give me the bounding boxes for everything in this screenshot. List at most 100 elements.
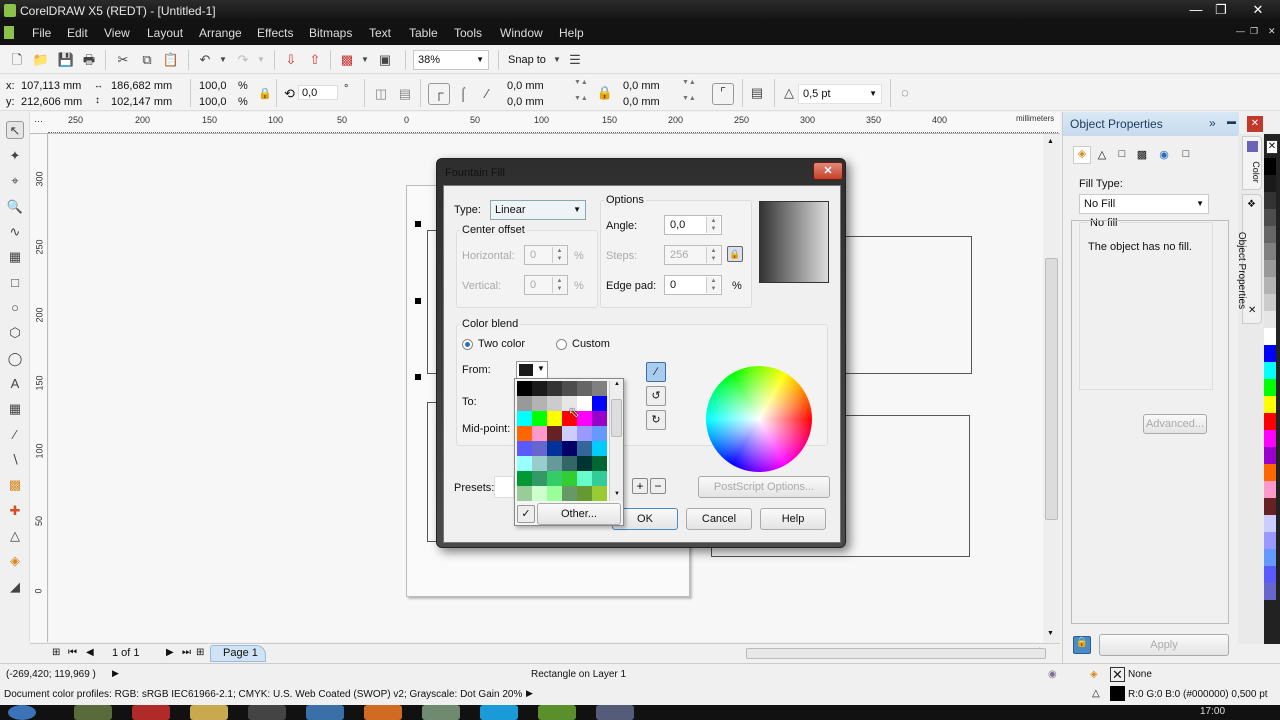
color-swatch[interactable] <box>532 381 547 396</box>
color-swatch[interactable] <box>577 471 592 486</box>
basic-shapes-tool-icon[interactable]: ◯ <box>6 350 24 368</box>
lock-corners-icon[interactable]: 🔒 <box>596 84 614 102</box>
vertical-offset-field[interactable]: 0 ▲ ▼ <box>524 275 568 295</box>
color-swatch[interactable] <box>532 441 547 456</box>
help-button[interactable]: Help <box>760 508 826 530</box>
height-field[interactable]: 102,147 mm <box>108 95 180 110</box>
outline-width-combo[interactable]: 0,5 pt ▼ <box>798 84 882 104</box>
palette-swatch[interactable] <box>1264 311 1276 328</box>
new-icon[interactable]: 🗋 <box>8 51 26 69</box>
eyedropper-tool-icon[interactable]: ✚ <box>6 502 24 520</box>
color-swatch[interactable] <box>547 486 562 501</box>
dialog-close-button[interactable]: ✕ <box>813 162 843 180</box>
folder-task-icon[interactable] <box>190 705 228 720</box>
postscript-options-button[interactable]: PostScript Options... <box>698 476 830 498</box>
color-swatch[interactable] <box>562 486 577 501</box>
color-swatch[interactable] <box>517 471 532 486</box>
palette-swatch[interactable] <box>1264 158 1276 175</box>
menu-text[interactable]: Text <box>369 26 391 40</box>
color-swatch[interactable] <box>562 456 577 471</box>
scroll-down-icon[interactable]: ▼ <box>614 491 620 497</box>
palette-swatch[interactable] <box>1264 209 1276 226</box>
save-icon[interactable]: 💾 <box>57 51 75 69</box>
redo-icon[interactable]: ↷ <box>234 51 252 69</box>
spin-icon[interactable]: ▼▲ <box>682 95 696 102</box>
pick-tool-icon[interactable]: ↖ <box>6 121 24 139</box>
palette-swatch[interactable] <box>1264 515 1276 532</box>
first-page-icon[interactable]: ⏮ <box>68 647 77 658</box>
palette-swatch[interactable] <box>1264 464 1276 481</box>
last-page-icon[interactable]: ⏭ <box>182 647 191 658</box>
outline-color-swatch[interactable] <box>1110 686 1125 701</box>
color-swatch[interactable] <box>517 456 532 471</box>
explorer-task-icon[interactable] <box>74 705 112 720</box>
remove-preset-icon[interactable]: − <box>650 478 666 494</box>
menu-view[interactable]: View <box>104 26 130 40</box>
scroll-down-icon[interactable]: ▼ <box>1047 630 1054 637</box>
palette-swatch[interactable] <box>1264 447 1276 464</box>
color-swatch[interactable] <box>562 381 577 396</box>
vertical-scroll-thumb[interactable] <box>1045 258 1058 520</box>
color-swatch[interactable] <box>547 396 562 411</box>
width-field[interactable]: 186,682 mm <box>108 79 180 94</box>
color-swatch[interactable] <box>517 426 532 441</box>
menu-window[interactable]: Window <box>500 26 543 40</box>
palette-swatch[interactable] <box>1264 192 1276 209</box>
color-wheel[interactable] <box>706 366 812 472</box>
menu-bitmaps[interactable]: Bitmaps <box>309 26 352 40</box>
color-swatch[interactable] <box>547 441 562 456</box>
color-swatch[interactable] <box>517 381 532 396</box>
spin-icon[interactable]: ▲ ▼ <box>552 247 566 263</box>
color-swatch[interactable] <box>547 381 562 396</box>
camera-icon[interactable]: ◉ <box>1048 669 1057 680</box>
firefox-task-icon[interactable] <box>364 705 402 720</box>
print-icon[interactable]: 🖶 <box>80 51 98 69</box>
app-task-icon[interactable] <box>422 705 460 720</box>
direct-blend-icon[interactable]: ∕ <box>646 362 666 382</box>
corner-radius-bottom-right-field[interactable]: 0,0 mm <box>620 95 676 110</box>
palette-swatch[interactable] <box>1264 498 1276 515</box>
menu-file[interactable]: File <box>32 26 51 40</box>
import-icon[interactable]: ⇩ <box>282 51 300 69</box>
page-tab-page-1[interactable]: Page 1 <box>210 645 266 662</box>
spin-icon[interactable]: ▲ ▼ <box>552 277 566 293</box>
color-swatch[interactable] <box>547 471 562 486</box>
color-swatch[interactable] <box>532 396 547 411</box>
window-task-icon[interactable] <box>596 705 634 720</box>
color-swatch[interactable] <box>547 411 562 426</box>
outline-tool-icon[interactable]: △ <box>6 527 24 545</box>
color-swatch[interactable] <box>547 426 562 441</box>
word-task-icon[interactable] <box>306 705 344 720</box>
no-fill-swatch-icon[interactable]: ✕ <box>1110 667 1125 682</box>
fill-tool-icon[interactable]: ◈ <box>6 552 24 570</box>
color-swatch[interactable] <box>532 471 547 486</box>
color-swatch[interactable] <box>592 381 607 396</box>
color-swatch[interactable] <box>532 486 547 501</box>
add-page-before-icon[interactable]: ⊞ <box>52 647 60 658</box>
expand-profiles-icon[interactable]: ▶ <box>526 688 533 699</box>
menu-table[interactable]: Table <box>409 26 438 40</box>
doc-close-button[interactable]: ✕ <box>1268 26 1276 37</box>
add-page-after-icon[interactable]: ⊞ <box>196 647 204 658</box>
mirror-horizontal-icon[interactable]: ◫ <box>372 85 390 103</box>
palette-swatch[interactable] <box>1264 583 1276 600</box>
color-swatch[interactable] <box>577 381 592 396</box>
menu-tools[interactable]: Tools <box>454 26 482 40</box>
undo-icon[interactable]: ↶ <box>196 51 214 69</box>
selection-handle[interactable] <box>415 374 421 380</box>
from-color-button[interactable]: ▼ <box>516 361 548 379</box>
menu-help[interactable]: Help <box>559 26 584 40</box>
palette-swatch[interactable] <box>1264 532 1276 549</box>
horizontal-offset-field[interactable]: 0 ▲ ▼ <box>524 245 568 265</box>
menu-layout[interactable]: Layout <box>147 26 183 40</box>
color-swatch[interactable] <box>592 396 607 411</box>
color-swatch[interactable] <box>592 486 607 501</box>
zoom-tool-icon[interactable]: 🔍 <box>6 198 24 216</box>
horizontal-ruler[interactable]: ⋯ 250 200 150 100 50 0 50 100 150 200 25… <box>30 112 1060 134</box>
palette-swatch[interactable] <box>1264 481 1276 498</box>
eyedropper-icon[interactable]: ✓ <box>517 505 535 523</box>
scroll-up-icon[interactable]: ▲ <box>614 381 620 387</box>
fill-type-select[interactable]: Linear ▼ <box>490 200 586 220</box>
smart-fill-tool-icon[interactable]: ▦ <box>6 248 24 266</box>
y-position-field[interactable]: 212,606 mm <box>18 95 86 110</box>
